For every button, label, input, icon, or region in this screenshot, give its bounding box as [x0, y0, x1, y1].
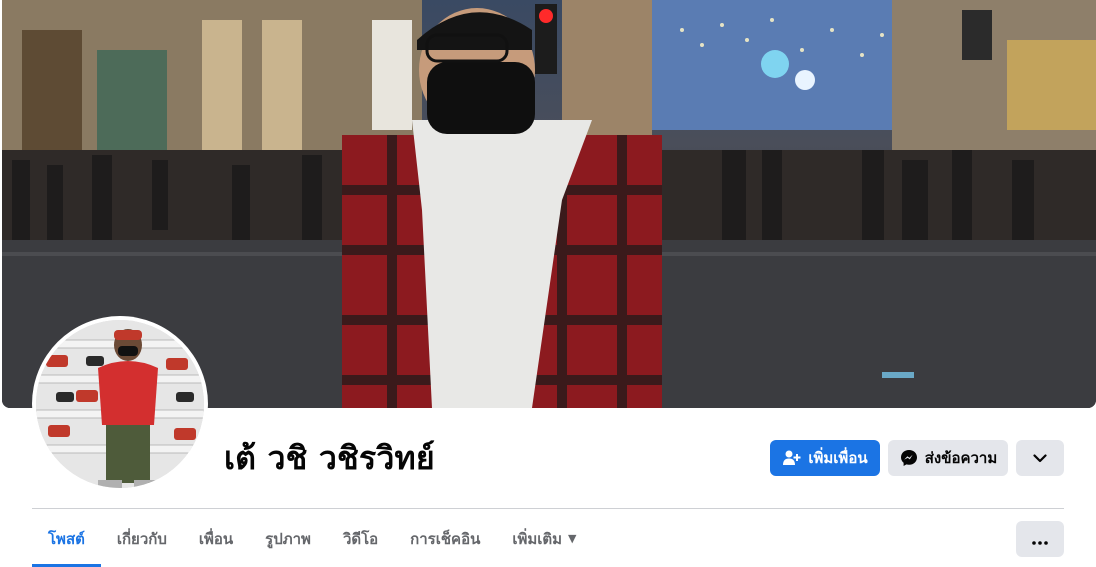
more-options-button[interactable] [1016, 521, 1064, 557]
message-label: ส่งข้อความ [924, 449, 998, 467]
tab-label: การเช็คอิน [410, 529, 481, 548]
tab-more[interactable]: เพิ่มเติม ▼ [496, 510, 592, 567]
message-button[interactable]: ส่งข้อความ [888, 440, 1008, 476]
tab-photos[interactable]: รูปภาพ [249, 510, 327, 567]
add-friend-label: เพิ่มเพื่อน [808, 449, 868, 467]
tab-label: วิดีโอ [342, 529, 379, 548]
tab-label: เพื่อน [198, 529, 234, 548]
profile-avatar[interactable] [32, 316, 208, 492]
caret-down-icon: ▼ [568, 532, 577, 545]
tab-posts[interactable]: โพสต์ [32, 510, 101, 567]
tab-label: เกี่ยวกับ [116, 529, 167, 548]
profile-page: เต้ วชิ วชิรวิทย์ เพิ่มเพื่อน ส่งข้อความ [0, 0, 1096, 567]
add-friend-button[interactable]: เพิ่มเพื่อน [770, 440, 880, 476]
tab-videos[interactable]: วิดีโอ [327, 510, 394, 567]
person-plus-icon [782, 448, 802, 468]
profile-avatar-image [36, 320, 204, 488]
messenger-icon [899, 448, 919, 468]
tab-label: โพสต์ [48, 529, 85, 548]
chevron-down-icon [1033, 449, 1047, 467]
tab-check-ins[interactable]: การเช็คอิน [394, 510, 496, 567]
tab-label: รูปภาพ [265, 529, 311, 548]
tab-about[interactable]: เกี่ยวกับ [101, 510, 183, 567]
more-horizontal-icon [1032, 530, 1048, 549]
profile-tabs: โพสต์ เกี่ยวกับ เพื่อน รูปภาพ วิดีโอ การ… [32, 510, 592, 567]
tab-label: เพิ่มเติม [512, 529, 563, 548]
divider [32, 508, 1064, 509]
tab-friends[interactable]: เพื่อน [183, 510, 249, 567]
profile-options-button[interactable] [1016, 440, 1064, 476]
profile-name: เต้ วชิ วชิรวิทย์ [224, 439, 435, 477]
